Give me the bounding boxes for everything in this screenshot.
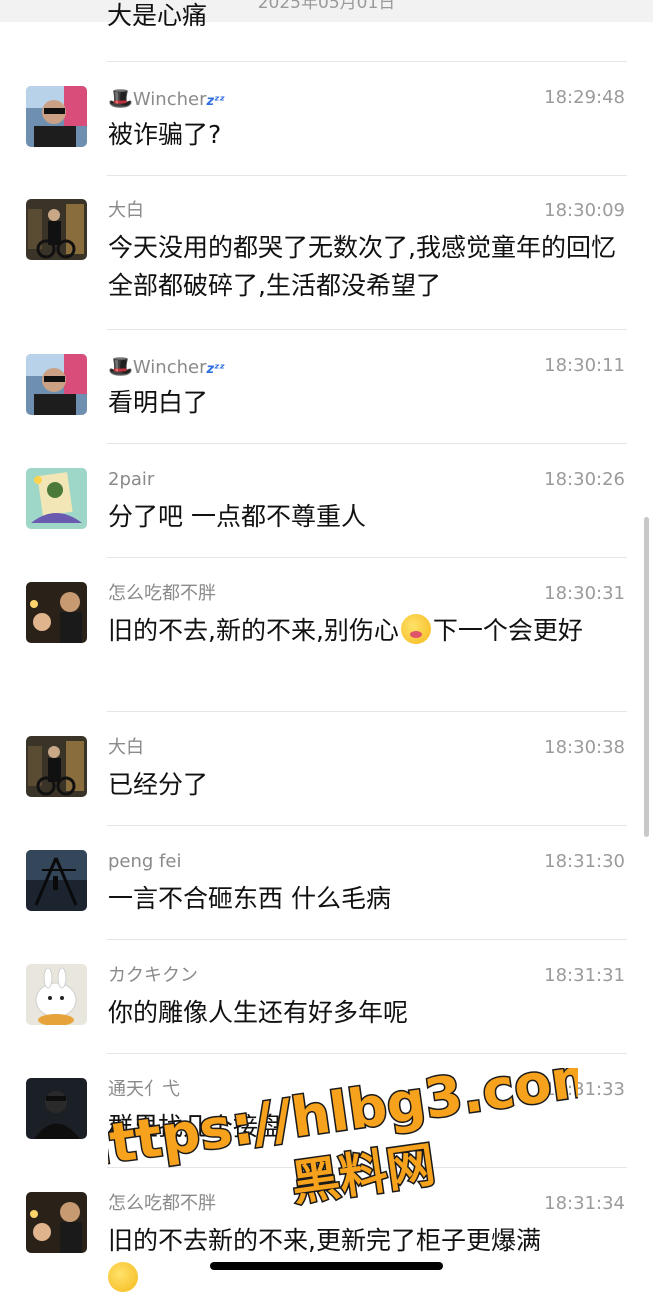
message-text: 旧的不去新的不来,更新完了柜子更爆满: [108, 1226, 541, 1255]
sender-name: 2pair: [108, 469, 155, 490]
timestamp: 18:30:31: [544, 583, 625, 604]
sender-name: 怎么吃都不胖: [108, 583, 216, 604]
avatar[interactable]: [26, 850, 87, 911]
divider: [107, 939, 627, 940]
timestamp: 18:30:09: [544, 200, 625, 221]
timestamp: 18:31:31: [544, 965, 625, 986]
divider: [107, 443, 627, 444]
avatar[interactable]: [26, 86, 87, 147]
avatar[interactable]: [26, 1192, 87, 1253]
sender-name: 怎么吃都不胖: [108, 1193, 216, 1214]
avatar[interactable]: [26, 736, 87, 797]
timestamp: 18:30:38: [544, 737, 625, 758]
timestamp: 18:31:30: [544, 851, 625, 872]
partial-message: 大是心痛: [107, 2, 208, 30]
sender-name: 🎩Wincherzᶻᶻ: [108, 354, 225, 378]
date-header: 2025年05月01日: [0, 0, 653, 22]
date-header-text: 2025年05月01日: [257, 0, 396, 13]
message-text: 你的雕像人生还有好多年呢: [108, 998, 409, 1027]
message-text: 分了吧 一点都不尊重人: [108, 502, 366, 531]
scrollbar[interactable]: [644, 517, 649, 837]
drooling-face-icon: [400, 614, 431, 644]
divider: [107, 825, 627, 826]
sender-name: 大白: [108, 737, 144, 758]
avatar[interactable]: [26, 1078, 87, 1139]
timestamp: 18:31:33: [544, 1079, 625, 1100]
divider: [107, 1167, 627, 1168]
sender-name: 通天亻弋: [108, 1079, 180, 1100]
avatar[interactable]: [26, 468, 87, 529]
emoji-icon: [108, 1262, 138, 1292]
sender-name: 大白: [108, 200, 144, 221]
message-text: 已经分了: [108, 770, 209, 799]
avatar[interactable]: [26, 199, 87, 260]
timestamp: 18:29:48: [544, 87, 625, 108]
divider: [107, 557, 627, 558]
divider: [107, 329, 627, 330]
sender-name: 🎩Wincherzᶻᶻ: [108, 86, 225, 110]
divider: [107, 175, 627, 176]
message-text: 今天没用的都哭了无数次了,我感觉童年的回忆全部都破碎了,生活都没希望了: [108, 233, 616, 300]
divider: [107, 711, 627, 712]
timestamp: 18:30:11: [544, 355, 625, 376]
message-text: 看明白了: [108, 388, 209, 417]
sender-name: カクキクン: [108, 965, 198, 986]
message-text: 一言不合砸东西 什么毛病: [108, 884, 391, 913]
watermark-site-name: 黑料网: [288, 1137, 438, 1208]
divider: [107, 61, 627, 62]
sender-name: peng fei: [108, 851, 182, 872]
avatar[interactable]: [26, 964, 87, 1025]
home-indicator[interactable]: [210, 1262, 443, 1270]
message-text: 被诈骗了?: [108, 120, 222, 149]
avatar[interactable]: [26, 582, 87, 643]
avatar[interactable]: [26, 354, 87, 415]
timestamp: 18:31:34: [544, 1193, 625, 1214]
divider: [107, 1053, 627, 1054]
message-text: 旧的不去,新的不来,别伤心 下一个会更好: [108, 614, 583, 645]
timestamp: 18:30:26: [544, 469, 625, 490]
message-text: 群里找几个接盘: [108, 1112, 284, 1141]
